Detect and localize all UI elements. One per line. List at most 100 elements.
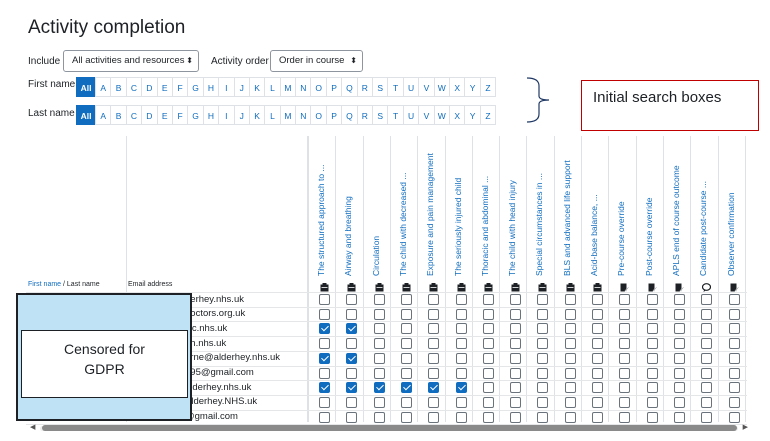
- first-name-initial-y[interactable]: Y: [464, 77, 481, 97]
- completion-checkbox[interactable]: [619, 396, 631, 408]
- completion-checkbox[interactable]: [400, 308, 412, 320]
- completion-checkbox-checked[interactable]: [346, 352, 358, 364]
- first-name-initial-j[interactable]: J: [233, 77, 250, 97]
- completion-checkbox[interactable]: [728, 396, 740, 408]
- completion-checkbox[interactable]: [646, 338, 658, 350]
- last-name-initial-q[interactable]: Q: [341, 105, 358, 125]
- completion-checkbox[interactable]: [673, 294, 685, 305]
- completion-checkbox[interactable]: [428, 396, 440, 408]
- completion-checkbox[interactable]: [400, 367, 412, 379]
- last-name-initial-d[interactable]: D: [141, 105, 158, 125]
- completion-checkbox[interactable]: [482, 352, 494, 364]
- completion-checkbox-checked[interactable]: [319, 352, 330, 364]
- last-name-initial-g[interactable]: G: [187, 105, 204, 125]
- last-name-initial-k[interactable]: K: [248, 105, 266, 125]
- last-name-initial-t[interactable]: T: [387, 105, 404, 125]
- activity-name-link[interactable]: BLS and advanced life support: [562, 140, 578, 276]
- first-name-initial-w[interactable]: W: [433, 77, 450, 97]
- completion-checkbox[interactable]: [482, 308, 494, 320]
- completion-checkbox[interactable]: [592, 396, 603, 408]
- completion-checkbox[interactable]: [728, 382, 740, 394]
- completion-checkbox[interactable]: [673, 338, 685, 350]
- completion-checkbox[interactable]: [346, 367, 358, 379]
- completion-checkbox-checked[interactable]: [373, 382, 385, 394]
- completion-checkbox[interactable]: [564, 308, 576, 320]
- activity-name-link[interactable]: Candidate post-course ...: [698, 140, 714, 276]
- completion-checkbox[interactable]: [619, 382, 631, 394]
- last-name-sort-link[interactable]: Last name: [67, 281, 100, 288]
- completion-checkbox[interactable]: [673, 308, 685, 320]
- completion-checkbox[interactable]: [701, 338, 713, 350]
- completion-checkbox[interactable]: [373, 323, 385, 335]
- completion-checkbox[interactable]: [428, 352, 440, 364]
- completion-checkbox[interactable]: [673, 382, 685, 394]
- last-name-initial-u[interactable]: U: [402, 105, 420, 125]
- completion-checkbox[interactable]: [646, 367, 658, 379]
- completion-checkbox[interactable]: [373, 308, 385, 320]
- completion-checkbox[interactable]: [455, 338, 467, 350]
- activity-name-link[interactable]: Special circumstances in ...: [534, 140, 550, 276]
- completion-checkbox-checked[interactable]: [346, 382, 358, 394]
- completion-checkbox[interactable]: [346, 308, 358, 320]
- completion-checkbox[interactable]: [373, 396, 385, 408]
- first-name-initial-l[interactable]: L: [264, 77, 281, 97]
- activity-name-link[interactable]: The structured approach to ...: [316, 140, 332, 276]
- completion-checkbox[interactable]: [701, 411, 713, 423]
- completion-checkbox[interactable]: [537, 367, 549, 379]
- last-name-initial-i[interactable]: I: [218, 105, 235, 125]
- completion-checkbox[interactable]: [673, 367, 685, 379]
- completion-checkbox[interactable]: [673, 352, 685, 364]
- first-name-initial-z[interactable]: Z: [479, 77, 497, 97]
- completion-checkbox[interactable]: [482, 294, 494, 305]
- activity-name-link[interactable]: Circulation: [371, 140, 387, 276]
- completion-checkbox[interactable]: [564, 411, 576, 423]
- first-name-initial-v[interactable]: V: [418, 77, 435, 97]
- completion-checkbox[interactable]: [701, 396, 713, 408]
- completion-checkbox[interactable]: [701, 294, 713, 305]
- first-name-initial-k[interactable]: K: [248, 77, 266, 97]
- last-name-initial-m[interactable]: M: [279, 105, 297, 125]
- activity-name-link[interactable]: Acid-base balance, ...: [589, 140, 605, 276]
- completion-checkbox[interactable]: [510, 323, 522, 335]
- completion-checkbox[interactable]: [701, 352, 713, 364]
- completion-checkbox[interactable]: [592, 294, 603, 305]
- completion-checkbox[interactable]: [428, 294, 440, 305]
- completion-checkbox[interactable]: [319, 396, 330, 408]
- completion-checkbox[interactable]: [592, 338, 603, 350]
- last-name-initial-h[interactable]: H: [202, 105, 220, 125]
- completion-checkbox-checked[interactable]: [319, 382, 330, 394]
- completion-checkbox-checked[interactable]: [346, 323, 358, 335]
- last-name-initial-c[interactable]: C: [125, 105, 143, 125]
- last-name-initial-s[interactable]: S: [372, 105, 389, 125]
- completion-checkbox[interactable]: [373, 294, 385, 305]
- completion-checkbox[interactable]: [646, 308, 658, 320]
- activity-name-link[interactable]: Observer confirmation: [726, 140, 742, 276]
- completion-checkbox[interactable]: [537, 382, 549, 394]
- completion-checkbox[interactable]: [400, 323, 412, 335]
- completion-checkbox[interactable]: [564, 323, 576, 335]
- completion-checkbox[interactable]: [619, 323, 631, 335]
- completion-checkbox[interactable]: [728, 308, 740, 320]
- last-name-initial-w[interactable]: W: [433, 105, 450, 125]
- completion-checkbox[interactable]: [728, 367, 740, 379]
- completion-checkbox[interactable]: [673, 411, 685, 423]
- last-name-initial-b[interactable]: B: [110, 105, 127, 125]
- completion-checkbox[interactable]: [728, 294, 740, 305]
- completion-checkbox[interactable]: [428, 308, 440, 320]
- last-name-initial-y[interactable]: Y: [464, 105, 481, 125]
- completion-checkbox[interactable]: [592, 411, 603, 423]
- completion-checkbox[interactable]: [319, 367, 330, 379]
- completion-checkbox-checked[interactable]: [400, 382, 412, 394]
- first-name-initial-h[interactable]: H: [202, 77, 220, 97]
- completion-checkbox[interactable]: [646, 396, 658, 408]
- completion-checkbox[interactable]: [373, 338, 385, 350]
- completion-checkbox[interactable]: [619, 294, 631, 305]
- horizontal-scrollbar[interactable]: ◀ ▶: [30, 424, 748, 432]
- first-name-initial-g[interactable]: G: [187, 77, 204, 97]
- completion-checkbox[interactable]: [373, 352, 385, 364]
- first-name-initial-n[interactable]: N: [295, 77, 312, 97]
- activity-name-link[interactable]: The seriously injured child: [453, 140, 469, 276]
- last-name-initial-r[interactable]: R: [356, 105, 374, 125]
- completion-checkbox[interactable]: [564, 294, 576, 305]
- first-name-initial-t[interactable]: T: [387, 77, 404, 97]
